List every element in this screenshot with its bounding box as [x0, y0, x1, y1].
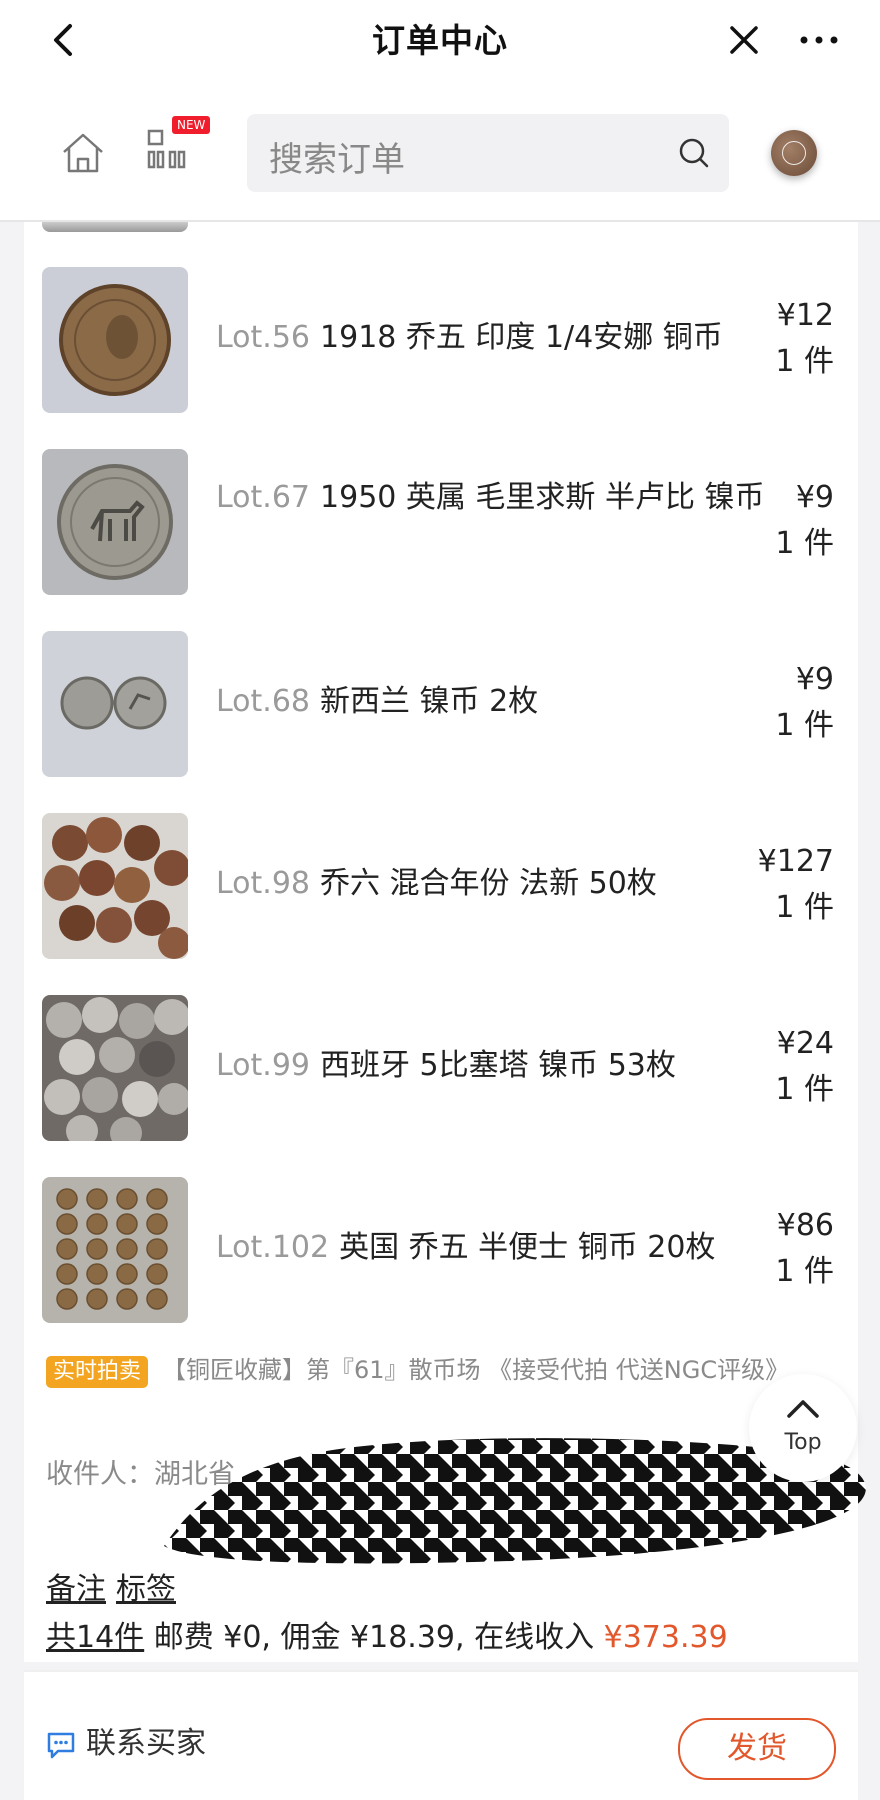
lot-name: 1918 乔五 印度 1/4安娜 铜币	[320, 320, 723, 355]
chevron-up-icon	[787, 1400, 819, 1418]
coin-thumbnail	[42, 449, 188, 595]
lot-description: Lot.102 英国 乔五 半便士 铜币 20枚	[216, 1225, 776, 1271]
list-item[interactable]: Lot.98 乔六 混合年份 法新 50枚 ¥127 1 件	[24, 813, 858, 963]
receiver-label: 收件人：	[46, 1459, 154, 1490]
apps-grid-icon[interactable]	[146, 128, 188, 170]
list-item[interactable]: Lot.56 1918 乔五 印度 1/4安娜 铜币 ¥12 1 件	[24, 267, 858, 417]
item-count-link[interactable]: 共14件	[46, 1620, 144, 1655]
coin-thumbnail	[42, 631, 188, 777]
search-input[interactable]: 搜索订单	[247, 114, 729, 192]
coin-thumbnail	[42, 267, 188, 413]
lot-number: Lot.67	[216, 480, 311, 515]
tag-link[interactable]: 标签	[116, 1572, 176, 1607]
lot-description: Lot.67 1950 英属 毛里求斯 半卢比 镍币	[216, 475, 776, 521]
lot-description: Lot.99 西班牙 5比塞塔 镍币 53枚	[216, 1043, 776, 1089]
close-icon[interactable]	[722, 18, 766, 62]
coin-thumbnail	[42, 813, 188, 959]
online-income: ¥373.39	[603, 1620, 728, 1655]
contact-buyer-button[interactable]: 联系买家	[46, 1718, 206, 1762]
lot-description: Lot.98 乔六 混合年份 法新 50枚	[216, 861, 776, 907]
list-item[interactable]: Lot.102 英国 乔五 半便士 铜币 20枚 ¥86 1 件	[24, 1177, 858, 1327]
order-card: Lot.56 1918 乔五 印度 1/4安娜 铜币 ¥12 1 件 Lot.67…	[24, 222, 866, 1672]
lot-description: Lot.56 1918 乔五 印度 1/4安娜 铜币	[216, 315, 776, 361]
new-badge: NEW	[172, 116, 211, 134]
top-label: Top	[784, 1430, 822, 1455]
lot-price: ¥9	[795, 662, 834, 697]
lot-number: Lot.102	[216, 1230, 330, 1265]
live-auction-tag: 实时拍卖	[46, 1356, 149, 1388]
order-summary: 共14件 邮费 ¥0, 佣金 ¥18.39, 在线收入 ¥373.39	[46, 1612, 728, 1656]
lot-quantity: 1 件	[775, 708, 834, 743]
lot-quantity: 1 件	[775, 1254, 834, 1289]
more-icon[interactable]	[794, 18, 844, 62]
lot-number: Lot.99	[216, 1048, 311, 1083]
lot-quantity: 1 件	[775, 1072, 834, 1107]
lot-name: 新西兰 镍币 2枚	[320, 684, 539, 719]
lot-price: ¥12	[776, 298, 834, 333]
lot-number: Lot.68	[216, 684, 311, 719]
list-item[interactable]: Lot.68 新西兰 镍币 2枚 ¥9 1 件	[24, 631, 858, 781]
lot-quantity: 1 件	[775, 344, 834, 379]
partial-thumbnail	[42, 222, 188, 232]
ship-button[interactable]: 发货	[678, 1718, 836, 1780]
lot-name: 英国 乔五 半便士 铜币 20枚	[339, 1230, 716, 1265]
coin-thumbnail	[42, 1177, 188, 1323]
title-bar: 订单中心	[0, 0, 880, 78]
bottom-action-bar: 联系买家 发货	[24, 1672, 858, 1800]
lot-price: ¥24	[776, 1026, 834, 1061]
scroll-top-button[interactable]: Top	[749, 1374, 857, 1482]
contact-buyer-label: 联系买家	[86, 1726, 206, 1761]
lot-name: 西班牙 5比塞塔 镍币 53枚	[320, 1048, 676, 1083]
avatar[interactable]	[771, 130, 817, 176]
lot-name: 1950 英属 毛里求斯 半卢比 镍币	[320, 480, 765, 515]
lot-quantity: 1 件	[775, 890, 834, 925]
fee-details: 邮费 ¥0, 佣金 ¥18.39, 在线收入	[144, 1620, 604, 1655]
lot-price: ¥127	[757, 844, 834, 879]
home-icon[interactable]	[58, 128, 108, 178]
list-item[interactable]: Lot.99 西班牙 5比塞塔 镍币 53枚 ¥24 1 件	[24, 995, 858, 1145]
lot-name: 乔六 混合年份 法新 50枚	[320, 866, 657, 901]
note-link[interactable]: 备注	[46, 1572, 106, 1607]
chat-icon	[47, 1732, 75, 1758]
list-item[interactable]: Lot.67 1950 英属 毛里求斯 半卢比 镍币 ¥9 1 件	[24, 449, 858, 599]
coin-thumbnail	[42, 995, 188, 1141]
note-tag-links: 备注 标签	[46, 1564, 186, 1608]
search-placeholder: 搜索订单	[269, 140, 405, 180]
auction-title: 【铜匠收藏】第『61』散币场 《接受代拍 代送NGC评级》	[162, 1356, 790, 1384]
lot-number: Lot.98	[216, 866, 311, 901]
lot-quantity: 1 件	[775, 526, 834, 561]
lot-description: Lot.68 新西兰 镍币 2枚	[216, 679, 776, 725]
lot-price: ¥9	[795, 480, 834, 515]
auction-info[interactable]: 实时拍卖 【铜匠收藏】第『61』散币场 《接受代拍 代送NGC评级》	[46, 1350, 846, 1390]
lot-number: Lot.56	[216, 320, 311, 355]
lot-price: ¥86	[776, 1208, 834, 1243]
search-header: NEW 搜索订单	[0, 78, 880, 222]
search-icon[interactable]	[677, 136, 711, 170]
